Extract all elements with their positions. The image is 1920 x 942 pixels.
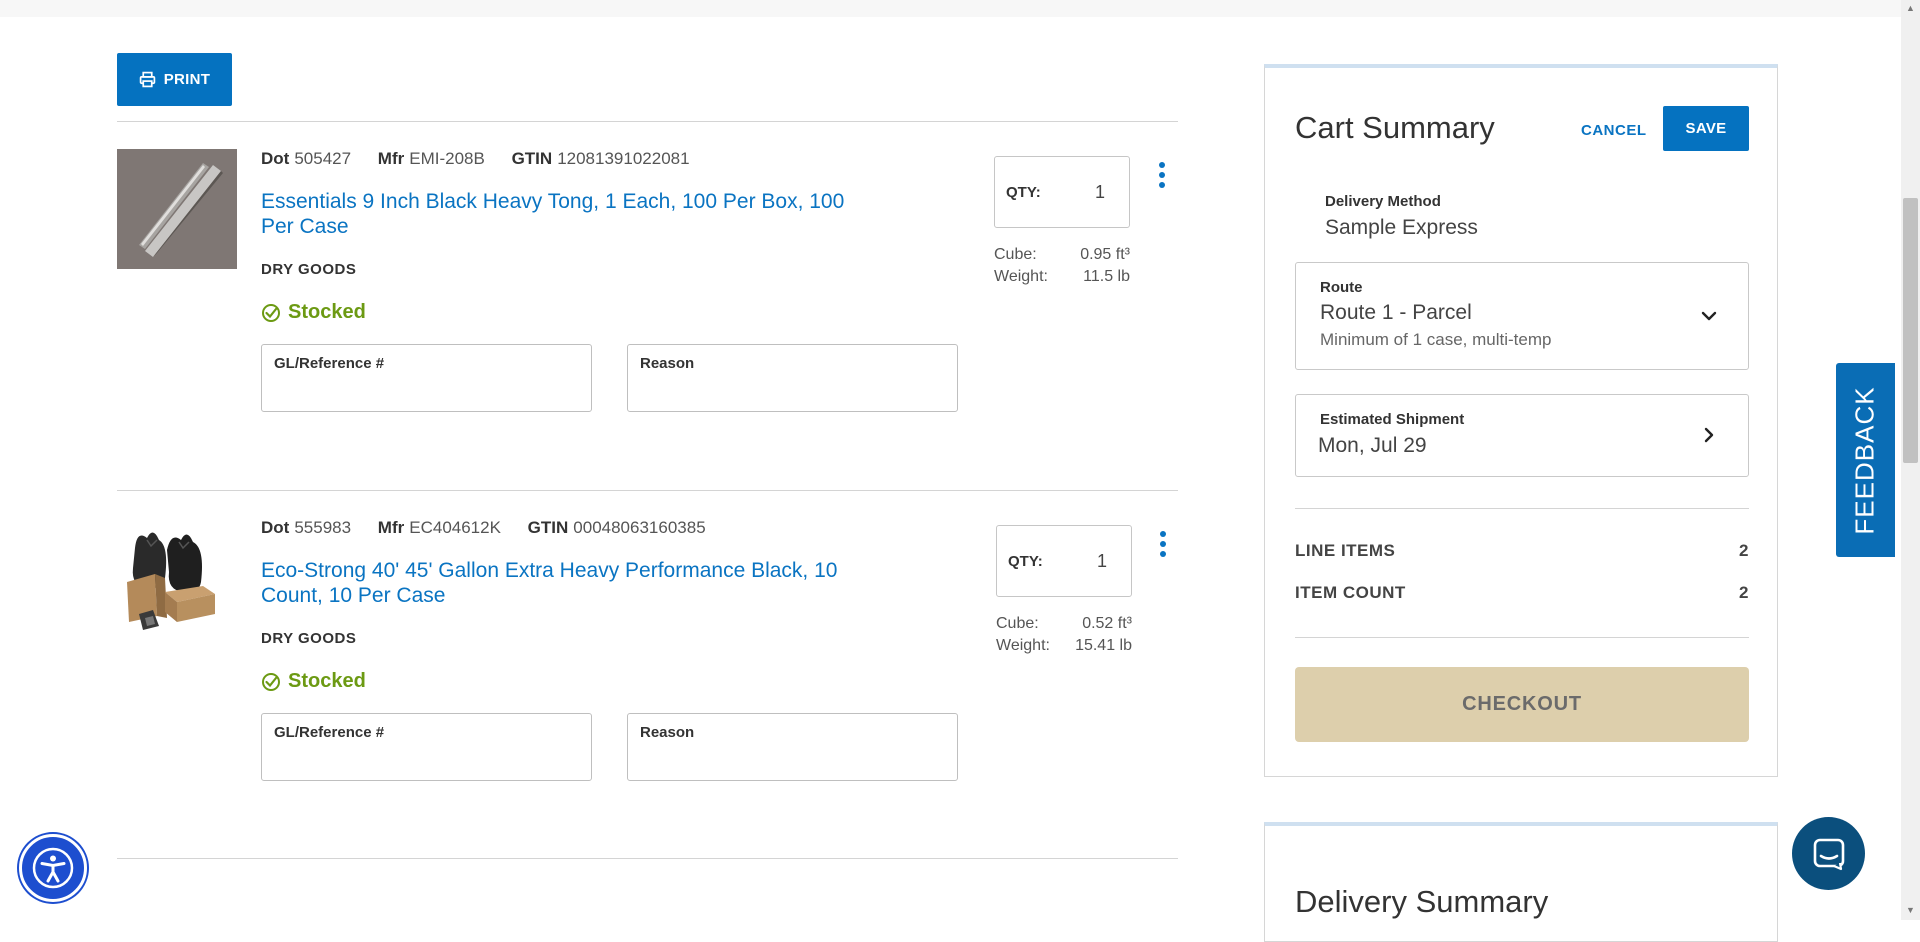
weight-value: 15.41 lb [1075, 637, 1132, 654]
reason-field[interactable]: Reason [627, 713, 958, 781]
line-items-value: 2 [1739, 541, 1749, 560]
scroll-down-icon[interactable]: ▼ [1905, 905, 1916, 916]
vertical-scrollbar[interactable]: ▲ ▼ [1901, 0, 1920, 920]
dot-value: 555983 [294, 518, 352, 537]
stock-status: Stocked [261, 301, 366, 324]
mfr-label: Mfr [377, 149, 405, 168]
checkout-button[interactable]: CHECKOUT [1295, 667, 1749, 742]
reason-label: Reason [640, 724, 695, 741]
qty-label: QTY: [1008, 552, 1043, 570]
cube-value: 0.52 ft³ [1082, 615, 1132, 632]
gl-reference-label: GL/Reference # [274, 724, 385, 741]
item-meta: Dot 505427 Mfr EMI-208B GTIN 12081391022081 [261, 149, 712, 169]
delivery-method-value: Sample Express [1325, 216, 1478, 239]
feedback-tab[interactable]: FEEDBACK [1836, 363, 1895, 557]
cart-item: Dot 505427 Mfr EMI-208B GTIN 12081391022081… [117, 122, 1178, 490]
quantity-input[interactable]: QTY: 1 [994, 156, 1130, 228]
weight-label: Weight: [996, 637, 1050, 654]
cube-value: 0.95 ft³ [1080, 246, 1130, 263]
reason-label: Reason [640, 355, 695, 372]
cancel-button[interactable]: CANCEL [1581, 122, 1647, 139]
check-circle-icon [262, 303, 280, 322]
chevron-right-icon [1704, 427, 1714, 443]
mfr-label: Mfr [377, 518, 405, 537]
stock-status: Stocked [261, 670, 366, 693]
printer-icon [139, 71, 156, 88]
item-count-row: ITEM COUNT 2 [1295, 583, 1749, 603]
delivery-method-label: Delivery Method [1325, 193, 1441, 210]
delivery-summary-title: Delivery Summary [1295, 884, 1549, 919]
gtin-label: GTIN [511, 149, 553, 168]
dot-value: 505427 [294, 149, 352, 168]
print-label: PRINT [163, 71, 211, 88]
estimated-shipment-selector[interactable]: Estimated Shipment Mon, Jul 29 [1295, 394, 1749, 477]
save-button[interactable]: SAVE [1663, 106, 1749, 151]
weight-label: Weight: [994, 268, 1048, 285]
accessibility-button[interactable] [19, 834, 87, 902]
mfr-value: EMI-208B [409, 149, 485, 168]
gl-reference-field[interactable]: GL/Reference # [261, 344, 592, 412]
quantity-input[interactable]: QTY: 1 [996, 525, 1132, 597]
route-note: Minimum of 1 case, multi-temp [1320, 330, 1552, 349]
item-meta: Dot 555983 Mfr EC404612K GTIN 0004806316038… [261, 518, 728, 538]
qty-value: 1 [1094, 181, 1105, 202]
item-dimensions: Cube: 0.95 ft³ Weight: 11.5 lb [994, 244, 1130, 288]
top-bar [0, 0, 1901, 17]
gtin-label: GTIN [527, 518, 569, 537]
product-title-link[interactable]: Essentials 9 Inch Black Heavy Tong, 1 Ea… [261, 189, 881, 239]
gtin-value: 12081391022081 [557, 149, 690, 168]
gl-reference-field[interactable]: GL/Reference # [261, 713, 592, 781]
stock-status-label: Stocked [288, 670, 366, 692]
more-options-icon[interactable] [1158, 529, 1168, 559]
divider [1295, 637, 1749, 638]
chevron-down-icon [1701, 311, 1717, 321]
reason-field[interactable]: Reason [627, 344, 958, 412]
accessibility-icon [32, 847, 74, 889]
stock-status-label: Stocked [288, 301, 366, 323]
dot-label: Dot [261, 518, 290, 537]
category-label: DRY GOODS [261, 261, 357, 278]
category-label: DRY GOODS [261, 630, 357, 647]
item-count-label: ITEM COUNT [1295, 583, 1406, 602]
item-dimensions: Cube: 0.52 ft³ Weight: 15.41 lb [996, 613, 1132, 657]
route-select[interactable]: Route Route 1 - Parcel Minimum of 1 case… [1295, 262, 1749, 370]
shipment-value: Mon, Jul 29 [1318, 434, 1427, 457]
cube-label: Cube: [994, 246, 1037, 263]
product-title-link[interactable]: Eco-Strong 40' 45' Gallon Extra Heavy Pe… [261, 558, 851, 608]
divider [117, 858, 1178, 859]
gtin-value: 00048063160385 [573, 518, 706, 537]
item-count-value: 2 [1739, 583, 1749, 602]
scroll-up-icon[interactable]: ▲ [1905, 3, 1916, 14]
chat-launcher-button[interactable] [1792, 817, 1865, 890]
product-image-tong [117, 149, 237, 269]
print-button[interactable]: PRINT [117, 53, 232, 106]
shipment-label: Estimated Shipment [1320, 411, 1465, 428]
delivery-summary-panel: Delivery Summary [1264, 822, 1778, 942]
line-items-row: LINE ITEMS 2 [1295, 541, 1749, 561]
qty-label: QTY: [1006, 183, 1041, 201]
divider [1295, 508, 1749, 509]
cube-label: Cube: [996, 615, 1039, 632]
feedback-label: FEEDBACK [1850, 385, 1880, 535]
chat-icon [1813, 838, 1844, 870]
product-image-trash-bags [117, 518, 237, 638]
dot-label: Dot [261, 149, 290, 168]
cart-summary-title: Cart Summary [1295, 110, 1495, 145]
line-items-label: LINE ITEMS [1295, 541, 1396, 560]
more-options-icon[interactable] [1157, 160, 1167, 190]
gl-reference-label: GL/Reference # [274, 355, 385, 372]
mfr-value: EC404612K [409, 518, 501, 537]
scrollbar-thumb[interactable] [1903, 198, 1918, 463]
check-circle-icon [262, 672, 280, 691]
route-value: Route 1 - Parcel [1320, 301, 1472, 324]
cart-item: Dot 555983 Mfr EC404612K GTIN 0004806316038… [117, 491, 1178, 859]
weight-value: 11.5 lb [1083, 268, 1130, 285]
cart-summary-panel: Cart Summary CANCEL SAVE Delivery Method… [1264, 64, 1778, 777]
route-label: Route [1320, 279, 1363, 296]
qty-value: 1 [1096, 550, 1107, 571]
